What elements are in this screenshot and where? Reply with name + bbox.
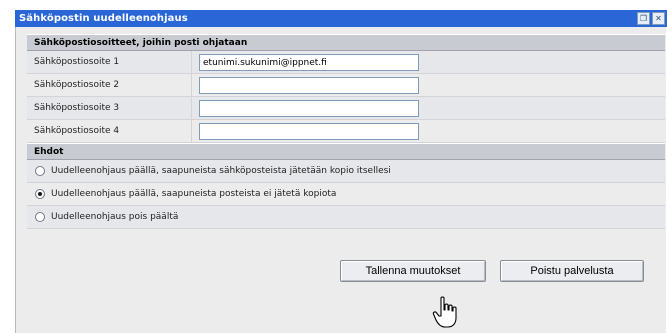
exit-button[interactable]: Poistu palvelusta xyxy=(500,260,644,282)
redirect-window: Sähköpostin uudelleenohjaus ❐ ✕ Sähköpos… xyxy=(0,0,667,333)
radio-copy-to-self[interactable] xyxy=(35,166,45,176)
addresses-section-header: Sähköpostiosoitteet, joihin posti ohjata… xyxy=(27,34,665,51)
option-row-2[interactable]: Uudelleenohjaus päällä, saapuneista post… xyxy=(27,183,665,206)
save-button[interactable]: Tallenna muutokset xyxy=(340,260,486,282)
form-panel: Sähköpostiosoitteet, joihin posti ohjata… xyxy=(27,34,665,229)
option-row-1[interactable]: Uudelleenohjaus päällä, saapuneista sähk… xyxy=(27,160,665,183)
radio-no-copy[interactable] xyxy=(35,189,45,199)
email-field-3[interactable] xyxy=(199,100,419,117)
address-row-3: Sähköpostiosoite 3 xyxy=(27,97,665,120)
address-label-4: Sähköpostiosoite 4 xyxy=(34,126,120,136)
email-field-2[interactable] xyxy=(199,77,419,94)
email-field-1[interactable] xyxy=(199,54,419,71)
options-section-header: Ehdot xyxy=(27,143,665,160)
address-row-1: Sähköpostiosoite 1 xyxy=(27,51,665,74)
option-row-3[interactable]: Uudelleenohjaus pois päältä xyxy=(27,206,665,229)
address-label-3: Sähköpostiosoite 3 xyxy=(34,103,120,113)
address-row-4: Sähköpostiosoite 4 xyxy=(27,120,665,143)
option-label-1: Uudelleenohjaus päällä, saapuneista sähk… xyxy=(51,166,391,176)
close-icon[interactable]: ✕ xyxy=(652,12,665,25)
restore-icon[interactable]: ❐ xyxy=(637,12,650,25)
address-row-2: Sähköpostiosoite 2 xyxy=(27,74,665,97)
window-titlebar: Sähköpostin uudelleenohjaus ❐ ✕ xyxy=(15,10,667,27)
option-label-2: Uudelleenohjaus päällä, saapuneista post… xyxy=(51,189,337,199)
hand-cursor-icon xyxy=(432,296,457,328)
radio-redirect-off[interactable] xyxy=(35,212,45,222)
window-content: Sähköpostiosoitteet, joihin posti ohjata… xyxy=(15,27,666,333)
window-title: Sähköpostin uudelleenohjaus xyxy=(19,13,188,24)
option-label-3: Uudelleenohjaus pois päältä xyxy=(51,212,179,222)
address-label-1: Sähköpostiosoite 1 xyxy=(34,57,120,67)
email-field-4[interactable] xyxy=(199,123,419,140)
address-label-2: Sähköpostiosoite 2 xyxy=(34,80,120,90)
